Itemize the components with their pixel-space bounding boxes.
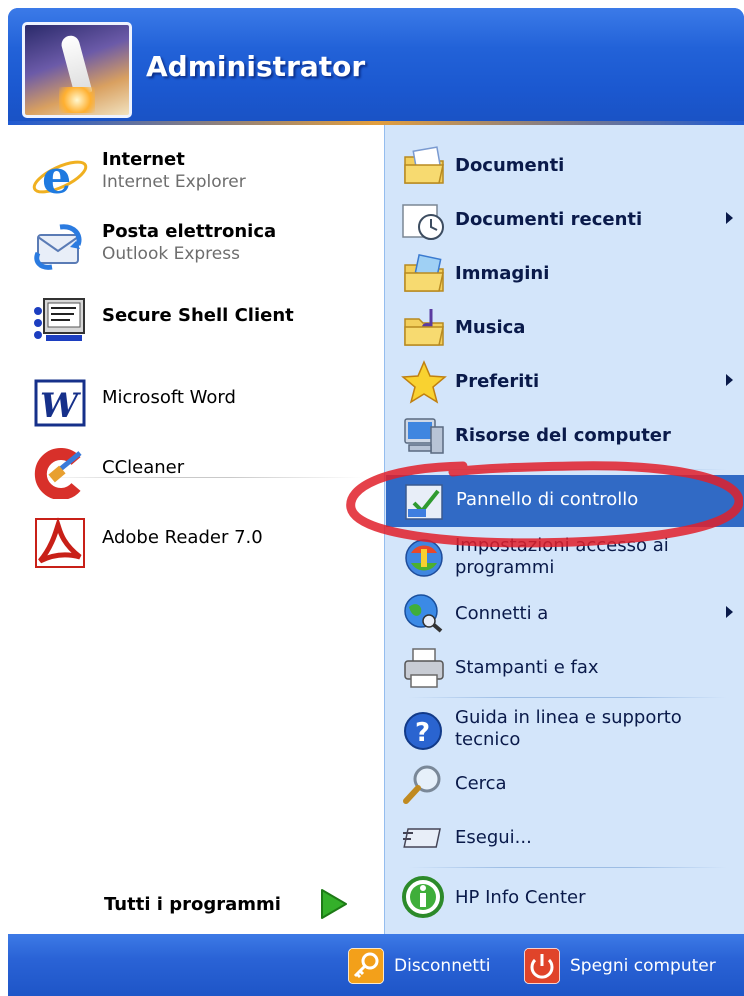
place-label: Musica [455, 317, 526, 338]
pinned-item-subtitle: Internet Explorer [102, 172, 246, 192]
pinned-item-internet[interactable]: e Internet Internet Explorer [30, 145, 370, 207]
help-icon: ? [404, 712, 442, 750]
hp-info-center[interactable]: HP Info Center [395, 875, 735, 923]
programs-pane: e Internet Internet Explorer Posta elett… [8, 125, 384, 985]
help-label: Esegui... [455, 827, 532, 848]
shutdown-button[interactable]: Spegni computer [524, 946, 744, 986]
avatar-flame-image [59, 87, 95, 113]
connect-to-icon [404, 594, 443, 633]
user-avatar[interactable] [22, 22, 132, 118]
word-icon: W [34, 379, 86, 427]
place-documents[interactable]: Documenti [395, 143, 735, 191]
outlook-express-icon [34, 224, 82, 270]
system-label-line1: Impostazioni accesso ai [455, 535, 669, 556]
recent-program-word[interactable]: W Microsoft Word [30, 373, 370, 435]
search-button[interactable]: Cerca [395, 761, 735, 809]
place-recent-documents[interactable]: Documenti recenti [395, 197, 735, 245]
help-label-line1: Guida in linea e supporto [455, 707, 682, 728]
recent-program-title: CCleaner [102, 457, 185, 478]
system-label-line2: programmi [455, 557, 555, 578]
place-pictures[interactable]: Immagini [395, 251, 735, 299]
green-arrow-icon [321, 889, 347, 919]
system-printers[interactable]: Stampanti e fax [395, 645, 735, 693]
all-programs-label: Tutti i programmi [104, 894, 281, 915]
program-access-icon [405, 539, 443, 577]
recent-program-adobe-reader[interactable]: Adobe Reader 7.0 [30, 513, 370, 575]
help-label: Cerca [455, 773, 507, 794]
submenu-arrow-icon [726, 606, 733, 618]
help-separator [409, 867, 727, 868]
documents-folder-icon [404, 146, 444, 184]
secure-shell-icon [34, 298, 85, 341]
pictures-folder-icon [404, 254, 444, 292]
place-label: Preferiti [455, 371, 540, 392]
start-menu-footer: Disconnetti Spegni computer [8, 934, 744, 996]
help-and-support[interactable]: ? Guida in linea e supporto tecnico [395, 703, 735, 759]
pinned-item-email[interactable]: Posta elettronica Outlook Express [30, 217, 370, 279]
system-label: Stampanti e fax [455, 657, 599, 678]
svg-text:W: W [40, 386, 81, 426]
run-button[interactable]: Esegui... [395, 815, 735, 863]
svg-text:?: ? [415, 718, 430, 748]
printers-icon [404, 648, 444, 688]
favorites-star-icon [401, 360, 447, 404]
submenu-arrow-icon [726, 212, 733, 224]
recent-documents-icon [402, 204, 444, 240]
hp-info-icon [402, 876, 444, 918]
system-label: Connetti a [455, 603, 549, 624]
place-favorites[interactable]: Preferiti [395, 359, 735, 407]
place-label: Documenti recenti [455, 209, 643, 230]
internet-explorer-icon: e [32, 150, 88, 201]
pinned-item-title: Secure Shell Client [102, 305, 294, 326]
system-label: Pannello di controllo [456, 489, 639, 510]
user-name: Administrator [146, 50, 366, 83]
extra-label: HP Info Center [455, 887, 586, 908]
svg-text:e: e [42, 150, 71, 201]
place-label: Immagini [455, 263, 550, 284]
logoff-label: Disconnetti [394, 956, 491, 976]
system-program-access[interactable]: Impostazioni accesso ai programmi [395, 531, 735, 587]
adobe-reader-icon [35, 517, 85, 568]
help-label-line2: tecnico [455, 729, 521, 750]
place-music[interactable]: Musica [395, 305, 735, 353]
my-computer-icon [404, 418, 444, 454]
places-pane: Documenti Documenti recenti Immagini Mus… [384, 125, 744, 934]
recent-program-title: Adobe Reader 7.0 [102, 527, 263, 548]
run-icon [403, 828, 441, 848]
power-icon [524, 948, 560, 984]
key-icon [348, 948, 384, 984]
submenu-arrow-icon [726, 374, 733, 386]
place-label: Risorse del computer [455, 425, 671, 446]
recent-program-title: Microsoft Word [102, 387, 236, 408]
system-connect-to[interactable]: Connetti a [395, 591, 735, 639]
shutdown-label: Spegni computer [570, 956, 716, 976]
music-folder-icon [404, 309, 444, 346]
place-label: Documenti [455, 155, 565, 176]
all-programs-button[interactable]: Tutti i programmi [98, 884, 364, 924]
system-separator [409, 697, 727, 698]
places-separator [409, 469, 727, 470]
place-my-computer[interactable]: Risorse del computer [395, 413, 735, 461]
recent-program-ccleaner[interactable]: CCleaner [30, 443, 370, 505]
logoff-button[interactable]: Disconnetti [348, 946, 508, 986]
ccleaner-icon [34, 448, 82, 499]
control-panel-icon [405, 484, 443, 520]
search-icon [403, 765, 441, 804]
pinned-item-title: Posta elettronica [102, 221, 277, 242]
pinned-item-title: Internet [102, 149, 185, 170]
pinned-item-secure-shell[interactable]: Secure Shell Client [30, 289, 370, 351]
pinned-item-subtitle: Outlook Express [102, 244, 240, 264]
start-menu: Administrator e Internet Internet Explor… [8, 8, 744, 996]
system-control-panel[interactable]: Pannello di controllo [386, 475, 744, 527]
start-menu-header: Administrator [8, 8, 744, 124]
